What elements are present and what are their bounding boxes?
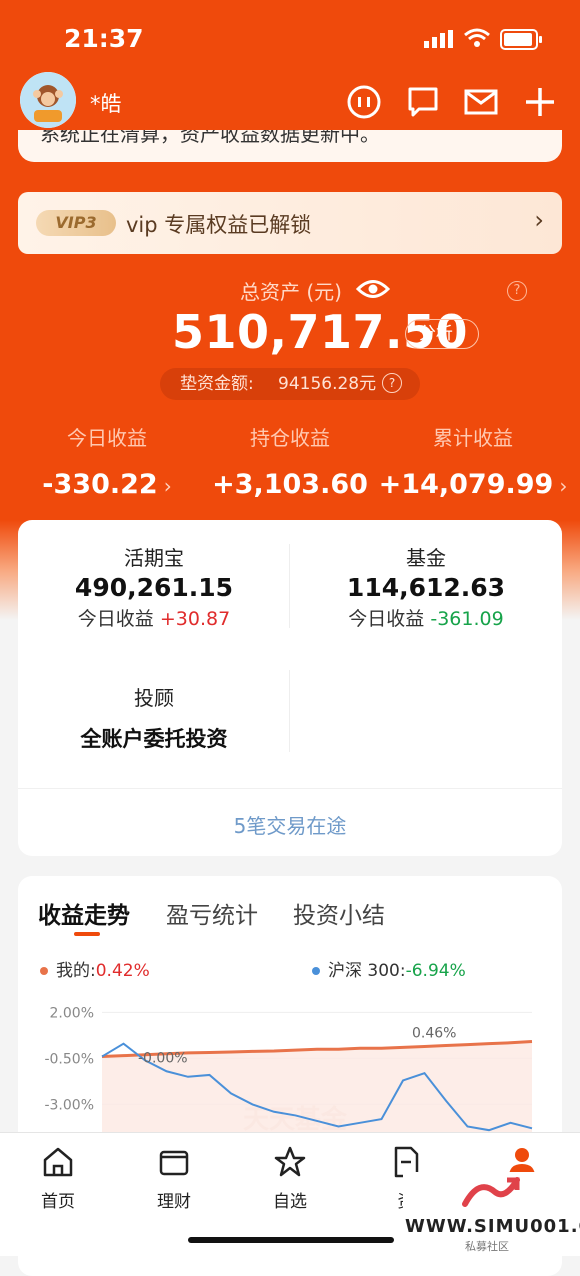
fund-amount: 114,612.63: [346, 573, 506, 602]
legend-mine: 我的:0.42%: [40, 956, 150, 981]
avatar-image: [20, 72, 76, 128]
pad-amount-label: 垫资金额:: [180, 374, 254, 394]
tabbar-wealth-label: 理财: [157, 1192, 191, 1212]
message-icon[interactable]: [405, 84, 441, 120]
divider: [18, 788, 562, 789]
eye-icon[interactable]: [356, 276, 390, 302]
vip-text: vip 专属权益已解锁: [126, 213, 312, 237]
tab-earnings-trend[interactable]: 收益走势: [38, 896, 130, 930]
legend-index-label: 沪深 300:: [328, 961, 406, 981]
star-icon: [274, 1146, 306, 1177]
holding-earnings-label: 持仓收益: [250, 426, 330, 450]
accounts-card: 活期宝 490,261.15 今日收益 +30.87 基金 114,612.63…: [18, 520, 562, 856]
status-bar: 21:37: [0, 0, 580, 75]
username: *皓: [90, 92, 122, 116]
tabbar-home[interactable]: 首页: [18, 1145, 98, 1212]
tabbar-home-label: 首页: [41, 1192, 75, 1212]
chart-annotation: -0.00%: [138, 1051, 188, 1067]
avatar[interactable]: [20, 72, 76, 128]
huoqibao-cell[interactable]: 活期宝 490,261.15 今日收益 +30.87: [18, 542, 290, 631]
add-icon[interactable]: [522, 84, 558, 120]
y-tick-label: 2.00%: [50, 1005, 94, 1021]
chart-annotation: 0.46%: [412, 1025, 456, 1041]
chevron-right-icon: ›: [559, 474, 568, 498]
today-earnings[interactable]: 今日收益 -330.22 ›: [12, 422, 202, 500]
huoqibao-today-value: +30.87: [159, 608, 231, 630]
today-earnings-value: -330.22: [42, 469, 158, 500]
divider: [289, 670, 290, 752]
chevron-right-icon: ›: [534, 206, 544, 234]
vip-badge: VIP3: [36, 210, 116, 236]
fund-name: 基金: [406, 546, 446, 570]
fund-today-value: -361.09: [430, 608, 504, 630]
legend-dot: [40, 967, 48, 975]
tab-underline: [74, 932, 100, 936]
chevron-right-icon: ›: [163, 474, 172, 498]
home-indicator: [188, 1237, 394, 1243]
legend-index-value: -6.94%: [405, 961, 466, 981]
total-assets-label: 总资产 (元): [240, 280, 342, 304]
legend-mine-label: 我的:: [56, 961, 96, 981]
huoqibao-today-label: 今日收益: [77, 608, 154, 630]
holding-earnings[interactable]: 持仓收益 +3,103.60: [195, 422, 385, 500]
tabbar-watchlist[interactable]: 自选: [250, 1145, 330, 1212]
fund-cell[interactable]: 基金 114,612.63 今日收益 -361.09: [290, 542, 562, 631]
tabbar-wealth[interactable]: 理财: [134, 1145, 214, 1212]
notice-banner[interactable]: 系统正在清算，资产收益数据更新中。: [18, 130, 562, 162]
home-icon: [43, 1147, 73, 1177]
analyze-button[interactable]: 分析 ›: [405, 319, 479, 349]
today-earnings-label: 今日收益: [67, 426, 147, 450]
watermark-url: WWW.SIMU001.CN: [405, 1216, 580, 1237]
signal-icon: [424, 30, 453, 48]
mail-icon[interactable]: [463, 84, 499, 120]
service-icon[interactable]: [346, 84, 382, 120]
vip-banner[interactable]: VIP3 vip 专属权益已解锁 ›: [18, 192, 562, 254]
wifi-icon: [464, 28, 490, 47]
wallet-icon: [159, 1150, 189, 1176]
tab-investment-summary[interactable]: 投资小结: [293, 896, 385, 930]
watermark-logo: [462, 1177, 520, 1207]
holding-earnings-value: +3,103.60: [212, 469, 368, 500]
watermark-tag: 私募社区: [465, 1240, 509, 1253]
status-time: 21:37: [64, 24, 144, 53]
in-transit-link[interactable]: 5笔交易在途: [18, 810, 562, 839]
legend-dot: [312, 967, 320, 975]
huoqibao-amount: 490,261.15: [74, 573, 234, 602]
tabbar-watchlist-label: 自选: [273, 1192, 307, 1212]
legend-index: 沪深 300:-6.94%: [312, 956, 466, 981]
total-earnings[interactable]: 累计收益 +14,079.99 ›: [378, 422, 568, 500]
analyze-label: 分析: [418, 324, 453, 344]
help-icon[interactable]: ?: [507, 281, 527, 301]
watermark: WWW.SIMU001.CN 私募社区: [403, 1172, 580, 1255]
total-earnings-value: +14,079.99: [378, 469, 554, 500]
advisor-name: 投顾: [134, 686, 174, 710]
pad-amount-pill: 垫资金额: 94156.28元 ?: [160, 368, 420, 400]
earnings-chart[interactable]: 2.00%-0.50%-3.00%天天基金-0.00%0.46%: [18, 986, 562, 1132]
notice-text: 系统正在清算，资产收益数据更新中。: [40, 130, 380, 146]
advisor-cell[interactable]: 投顾 全账户委托投资: [18, 682, 290, 753]
y-tick-label: -0.50%: [44, 1051, 94, 1067]
pad-help-icon[interactable]: ?: [382, 373, 402, 393]
huoqibao-name: 活期宝: [124, 546, 184, 570]
tab-profit-loss[interactable]: 盈亏统计: [166, 896, 258, 930]
pad-amount-value: 94156.28元: [278, 374, 377, 394]
y-tick-label: -3.00%: [44, 1097, 94, 1113]
legend-mine-value: 0.42%: [95, 961, 150, 981]
total-earnings-label: 累计收益: [433, 426, 513, 450]
battery-icon: [500, 29, 542, 50]
advisor-desc: 全账户委托投资: [80, 727, 228, 751]
fund-today-label: 今日收益: [348, 608, 425, 630]
